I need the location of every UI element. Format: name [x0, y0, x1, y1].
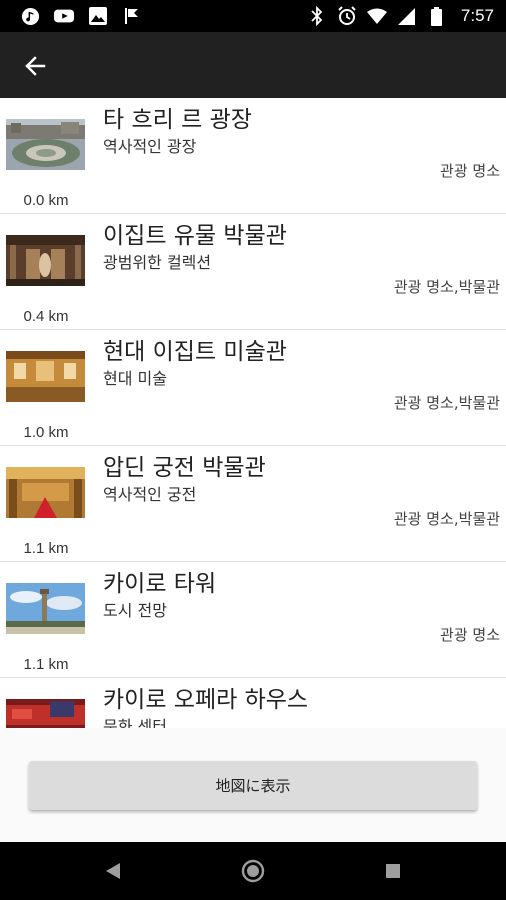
place-list-item[interactable]: 타 흐리 르 광장 역사적인 광장 관광 명소 0.0 km — [0, 98, 506, 214]
place-category: 관광 명소,박물관 — [393, 394, 500, 412]
music-app-icon — [20, 6, 40, 26]
place-category: 관광 명소,박물관 — [393, 510, 500, 528]
status-bar: 7:57 — [0, 0, 506, 32]
place-thumbnail — [6, 699, 85, 728]
signal-icon — [397, 6, 417, 26]
nav-recents-button[interactable] — [378, 856, 408, 886]
back-button[interactable] — [18, 49, 52, 83]
recents-square-icon — [386, 864, 400, 878]
place-distance: 0.0 km — [23, 192, 69, 209]
app-bar — [0, 32, 506, 98]
place-thumbnail — [6, 583, 85, 634]
bluetooth-icon — [307, 6, 327, 26]
show-on-map-button[interactable]: 地図に表示 — [29, 761, 477, 810]
place-thumbnail — [6, 235, 85, 286]
place-category: 관광 명소,박물관 — [393, 278, 500, 296]
place-distance: 1.0 km — [23, 424, 69, 441]
place-thumbnail — [6, 119, 85, 170]
place-list[interactable]: 타 흐리 르 광장 역사적인 광장 관광 명소 0.0 km 이집트 유물 박물… — [0, 98, 506, 728]
flag-app-icon — [122, 6, 142, 26]
nav-home-button[interactable] — [238, 856, 268, 886]
place-list-item[interactable]: 압딘 궁전 박물관 역사적인 궁전 관광 명소,박물관 1.1 km — [0, 446, 506, 562]
place-thumbnail — [6, 467, 85, 518]
system-icons: 7:57 — [307, 6, 494, 26]
system-nav-bar — [0, 842, 506, 900]
clock-time: 7:57 — [460, 6, 494, 25]
place-subtitle: 문화 센터 — [103, 717, 167, 728]
place-category: 관광 명소 — [440, 626, 500, 644]
place-subtitle: 역사적인 궁전 — [103, 485, 197, 504]
battery-icon — [427, 6, 447, 26]
place-list-item[interactable]: 카이로 타워 도시 전망 관광 명소 1.1 km — [0, 562, 506, 678]
place-list-item[interactable]: 현대 이집트 미술관 현대 미술 관광 명소,박물관 1.0 km — [0, 330, 506, 446]
place-distance: 0.4 km — [23, 308, 69, 325]
place-title: 현대 이집트 미술관 — [103, 339, 287, 365]
place-list-item[interactable]: 이집트 유물 박물관 광범위한 컬렉션 관광 명소,박물관 0.4 km — [0, 214, 506, 330]
nav-back-button[interactable] — [98, 856, 128, 886]
image-icon — [88, 6, 108, 26]
home-circle-icon — [241, 859, 265, 883]
notification-icons — [20, 6, 142, 26]
place-title: 카이로 타워 — [103, 571, 217, 597]
place-category: 관광 명소 — [440, 162, 500, 180]
place-distance: 1.1 km — [23, 540, 69, 557]
place-subtitle: 광범위한 컬렉션 — [103, 253, 212, 272]
place-title: 카이로 오페라 하우스 — [103, 687, 309, 713]
place-subtitle: 도시 전망 — [103, 601, 167, 620]
youtube-icon — [54, 6, 74, 26]
arrow-left-icon — [25, 56, 46, 76]
place-title: 이집트 유물 박물관 — [103, 223, 287, 249]
place-list-item[interactable]: 카이로 오페라 하우스 문화 센터 — [0, 678, 506, 728]
place-subtitle: 현대 미술 — [103, 369, 167, 388]
wifi-icon — [366, 6, 387, 26]
place-title: 압딘 궁전 박물관 — [103, 455, 266, 481]
back-triangle-icon — [106, 863, 120, 879]
bottom-action-area: 地図に表示 — [0, 728, 506, 842]
place-subtitle: 역사적인 광장 — [103, 137, 197, 156]
alarm-icon — [337, 6, 357, 26]
place-thumbnail — [6, 351, 85, 402]
place-distance: 1.1 km — [23, 656, 69, 673]
place-title: 타 흐리 르 광장 — [103, 107, 252, 133]
